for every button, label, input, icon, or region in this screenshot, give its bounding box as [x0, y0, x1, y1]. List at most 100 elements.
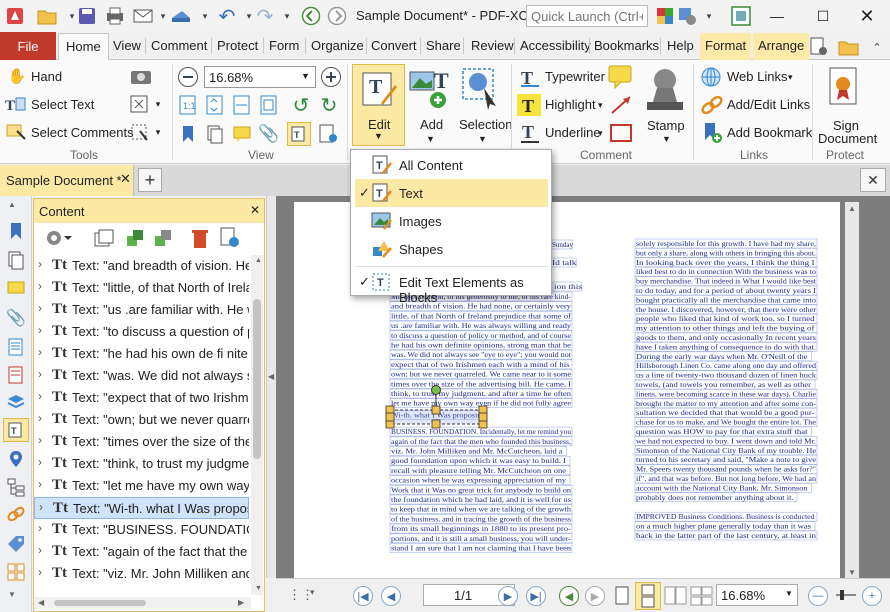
page-text-line[interactable]: again of the fact that the men who found…: [391, 438, 571, 446]
panel-splitter[interactable]: ◀: [266, 196, 276, 578]
bookmark-icon[interactable]: [178, 124, 198, 144]
page-text-line[interactable]: towels, (and towels you remember, as wel…: [636, 381, 812, 389]
sidebar-structure-icon[interactable]: [5, 476, 27, 498]
resize-handle[interactable]: [431, 405, 441, 415]
menu-item-shapes[interactable]: Shapes: [355, 235, 548, 263]
redo-icon[interactable]: ↷: [254, 5, 276, 28]
sidebar-bookmarks-icon[interactable]: [5, 220, 27, 242]
print-icon[interactable]: [104, 5, 126, 27]
page-text-line[interactable]: own; but we never quarreled. We came nea…: [391, 371, 571, 379]
chevron-right-icon[interactable]: ›: [38, 565, 42, 579]
menu-item-edit-text-as-blocks[interactable]: ✓ T Edit Text Elements as Blocks: [355, 268, 548, 305]
sign-document-icon[interactable]: [826, 66, 862, 112]
selection-button[interactable]: Selection: [459, 117, 512, 132]
page-text-line[interactable]: back in the latter part of the last cent…: [636, 532, 816, 540]
chevron-right-icon[interactable]: ›: [38, 411, 42, 425]
tab-accessibility[interactable]: Accessibility: [520, 38, 591, 53]
web-links-button[interactable]: Web Links: [727, 69, 787, 84]
dropdown-arrow-icon[interactable]: ▾: [598, 128, 603, 139]
scroll-left-icon[interactable]: ◀: [38, 598, 44, 607]
page-text-line[interactable]: to do today, and for a period of about t…: [636, 287, 817, 295]
tree-item[interactable]: › Tt Text: "us .are familiar with. He wa: [34, 299, 249, 321]
add-bookmark-button[interactable]: Add Bookmark: [727, 125, 812, 140]
zoom-combobox[interactable]: 16.68% ▼: [204, 66, 316, 88]
page-text-line[interactable]: people who liked that kind of work too, …: [636, 315, 815, 323]
underline-button[interactable]: Underline: [545, 125, 601, 140]
arrow-tool-icon[interactable]: [609, 94, 633, 116]
chevron-right-icon[interactable]: ›: [39, 500, 43, 514]
add-edit-links-button[interactable]: Add/Edit Links: [727, 97, 810, 112]
rotate-left-icon[interactable]: ↺: [290, 95, 312, 117]
dropdown-arrow-icon[interactable]: ▾: [194, 5, 216, 27]
edit-button[interactable]: T Edit ▼: [352, 64, 405, 146]
properties-icon[interactable]: [318, 124, 340, 144]
zoom-slider-thumb[interactable]: [840, 590, 844, 600]
sign-label-line2[interactable]: Document: [818, 131, 877, 146]
stamp-icon[interactable]: [643, 66, 687, 116]
new-tab-button[interactable]: +: [138, 168, 162, 192]
page-text-line[interactable]: sultation we decided that that would be …: [636, 409, 815, 417]
maximize-button[interactable]: ☐: [808, 4, 838, 28]
page-text-line[interactable]: BUSINESS. FOUNDATION. Incidentally, let …: [391, 428, 571, 436]
document-vertical-scrollbar[interactable]: ▲ ▼: [845, 202, 859, 578]
tab-home[interactable]: Home: [58, 33, 109, 61]
page-text-line[interactable]: occasion when he was expressing apprecia…: [391, 477, 566, 485]
page-text-line[interactable]: During the early war days when Mr. O'Nei…: [636, 353, 808, 361]
chevron-down-icon[interactable]: ▼: [478, 134, 487, 144]
close-button[interactable]: ✕: [852, 4, 882, 28]
actual-size-icon[interactable]: 1:1: [178, 95, 198, 115]
tab-form[interactable]: Form: [269, 38, 299, 53]
back-icon[interactable]: [300, 5, 322, 27]
facing-continuous-view-icon[interactable]: [690, 586, 714, 606]
pages-icon[interactable]: [205, 124, 225, 144]
document-tab[interactable]: Sample Document * ✕: [0, 165, 134, 196]
dropdown-arrow-icon[interactable]: ▾: [788, 72, 793, 83]
panel-delete-icon[interactable]: [188, 227, 212, 249]
rotate-right-icon[interactable]: ↻: [318, 95, 340, 117]
page-text-line[interactable]: little, of that North of Ireland prejudi…: [391, 312, 572, 320]
zoom-slider[interactable]: [836, 594, 856, 596]
color-palette-icon[interactable]: [654, 5, 676, 27]
close-document-button[interactable]: ✕: [860, 168, 886, 192]
tab-file[interactable]: File: [0, 32, 56, 60]
page-text-line[interactable]: good foundation upon which it was easy t…: [391, 457, 567, 465]
tab-convert[interactable]: Convert: [371, 38, 417, 53]
sidebar-layers-icon[interactable]: [5, 336, 27, 358]
chevron-right-icon[interactable]: ›: [38, 543, 42, 557]
page-text-line[interactable]: stand I am sure that I am not claiming t…: [391, 545, 571, 553]
page-text-line[interactable]: turned to his secretary and said, "Make …: [636, 456, 816, 464]
panel-vertical-scrollbar[interactable]: ▲ ▼: [251, 255, 263, 595]
app-logo-icon[interactable]: [4, 5, 26, 27]
content-panel-icon[interactable]: T: [287, 122, 311, 146]
page-text-line[interactable]: of the business, and in tracing the grow…: [391, 515, 571, 523]
open-folder-icon[interactable]: [838, 36, 860, 58]
page-text-line[interactable]: In looking back over the years, I think …: [636, 259, 815, 267]
tab-review[interactable]: Review: [471, 38, 514, 53]
tab-comment[interactable]: Comment: [151, 38, 207, 53]
page-text-line[interactable]: chase for us to make, and We bought the …: [636, 419, 816, 427]
page-text-line[interactable]: we had not expected to buy. I went down …: [636, 437, 816, 445]
close-tab-icon[interactable]: ✕: [120, 171, 131, 187]
resize-handle[interactable]: [478, 412, 488, 422]
page-text-line[interactable]: was. We did not always see "eye to eye";…: [391, 351, 571, 359]
page-text-line[interactable]: buy merchandise. That indeed is What I w…: [636, 278, 816, 286]
menu-item-text[interactable]: ✓ T Text: [355, 179, 548, 207]
page-text-line[interactable]: from its small beginnings in 1880 to its…: [391, 525, 572, 533]
scroll-up-icon[interactable]: ▲: [255, 257, 262, 264]
chevron-right-icon[interactable]: ›: [38, 257, 42, 271]
tree-item[interactable]: › Tt Text: "and breadth of vision. He h: [34, 255, 249, 277]
sidebar-fields-icon[interactable]: [5, 364, 27, 386]
page-text-line[interactable]: us a line of twenty-two thousand dozen o…: [636, 372, 816, 380]
chevron-down-icon[interactable]: ▼: [426, 134, 435, 144]
tree-item[interactable]: › Tt Text: "BUSINESS. FOUNDATION. Ir: [34, 519, 249, 541]
status-zoom-out-button[interactable]: —: [808, 586, 828, 606]
fit-width-icon[interactable]: [232, 95, 252, 115]
add-image-icon[interactable]: T: [408, 66, 452, 110]
collapse-ribbon-icon[interactable]: ⌃: [866, 36, 888, 58]
page-text-line[interactable]: recall with pleasure telling Mr. McCutch…: [391, 467, 566, 475]
page-text-line[interactable]: Hillsborough Linen Co. came along one da…: [636, 362, 816, 370]
fullscreen-icon[interactable]: [730, 5, 752, 27]
page-text-line[interactable]: probably does not remember anything abou…: [636, 494, 794, 502]
select-comments-button[interactable]: Select Comments: [31, 125, 134, 140]
status-zoom-box[interactable]: 16.68% ▼: [716, 584, 798, 606]
